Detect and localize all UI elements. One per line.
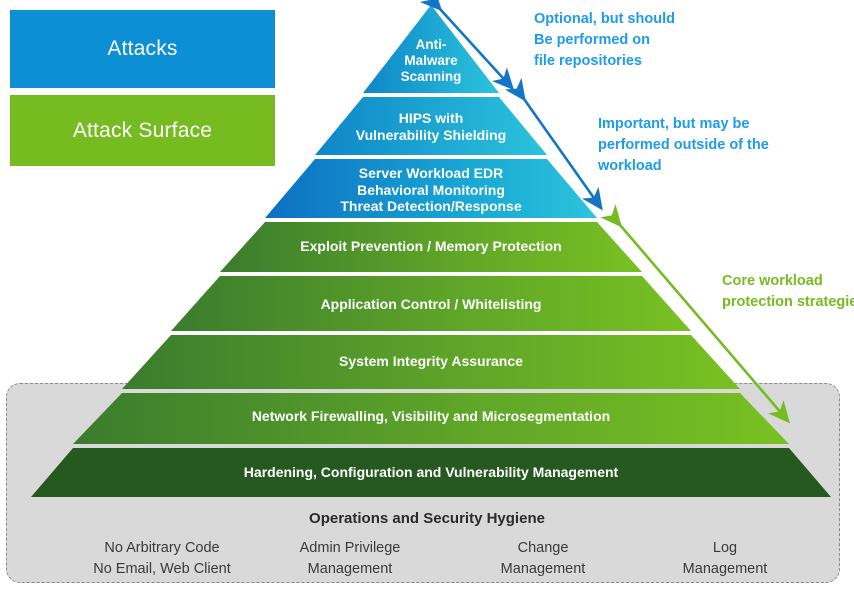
- legend-attacks-label: Attacks: [107, 37, 178, 60]
- callout-line: Optional, but should: [534, 11, 675, 27]
- legend-attack-surface[interactable]: Attack Surface: [10, 95, 275, 166]
- legend-attack-surface-label: Attack Surface: [72, 118, 213, 142]
- callout-line: Core workload: [722, 273, 823, 289]
- ops-line: Management: [307, 561, 393, 578]
- ops-line: Management: [500, 561, 586, 578]
- callout-line: performed outside of the: [598, 137, 769, 154]
- pyramid-slice-application-control: [171, 276, 691, 331]
- ops-line: Change: [517, 540, 569, 556]
- pyramid-slice-anti-malware-scanning: [363, 5, 499, 93]
- pyramid-slice-exploit-prevention: [220, 222, 642, 272]
- callout-line: workload: [598, 158, 662, 175]
- diagram-canvas: Attacks Attack Surface Anti- Malware Sca…: [0, 0, 854, 596]
- pyramid-slice-hardening-configuration: [31, 448, 831, 497]
- pyramid-slice-hips-vulnerability-shielding: [315, 97, 547, 155]
- ops-column-change-management: Change Management: [448, 538, 638, 580]
- callout-important-outside-workload: Important, but may be performed outside …: [598, 114, 769, 177]
- ops-line: Management: [682, 561, 768, 578]
- ops-column-admin-privilege-management: Admin Privilege Management: [240, 538, 460, 580]
- callout-line: Be performed on: [534, 32, 651, 49]
- ops-line: Log: [712, 540, 738, 556]
- callout-line: file repositories: [534, 53, 642, 70]
- pyramid-slice-server-workload-edr: [265, 159, 597, 218]
- pyramid-slice-network-firewalling: [73, 393, 789, 444]
- pyramid-slice-system-integrity-assurance: [122, 335, 740, 389]
- callout-line: protection strategies: [722, 294, 854, 311]
- legend-attacks[interactable]: Attacks: [10, 10, 275, 88]
- ops-line: Admin Privilege: [299, 540, 401, 556]
- callout-line: Important, but may be: [598, 116, 750, 132]
- ops-column-log-management: Log Management: [630, 538, 820, 580]
- callout-optional-file-repositories: Optional, but should Be performed on fil…: [534, 9, 675, 72]
- callout-core-workload-protection: Core workload protection strategies: [722, 271, 854, 313]
- operations-hygiene-title: Operations and Security Hygiene: [309, 510, 545, 527]
